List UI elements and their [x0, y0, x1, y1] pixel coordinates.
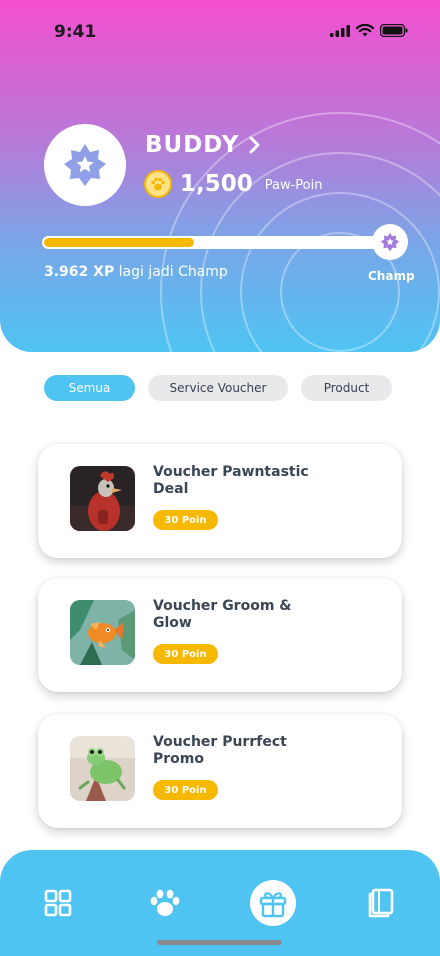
points-unit: Paw-Poin [264, 178, 323, 193]
profile-header: 9:41 BUDDY 1,500 Paw-Poin 3.962 XP lagi … [0, 0, 440, 352]
paw-icon [150, 889, 180, 916]
voucher-thumbnail [70, 736, 135, 801]
status-time: 9:41 [54, 22, 97, 42]
voucher-thumbnail [70, 600, 135, 665]
gift-icon [259, 892, 287, 918]
nav-history[interactable] [358, 880, 404, 926]
voucher-points-badge: 30 Poin [153, 780, 218, 800]
xp-progress-fill [44, 238, 194, 247]
bottom-navigation [0, 850, 440, 956]
wifi-icon [356, 24, 374, 37]
book-icon [368, 888, 394, 918]
voucher-title: Voucher Purrfect Promo [153, 734, 287, 767]
xp-suffix: lagi jadi Champ [118, 264, 228, 280]
voucher-title: Voucher Pawntastic Deal [153, 464, 309, 497]
voucher-points-badge: 30 Poin [153, 644, 218, 664]
voucher-points-badge: 30 Poin [153, 510, 218, 530]
filter-tabs: Semua Service Voucher Product [44, 375, 404, 401]
chevron-right-icon [249, 136, 260, 154]
next-rank-badge [372, 224, 408, 260]
paw-coin-icon [144, 170, 172, 198]
signal-icon [330, 24, 350, 37]
voucher-card[interactable]: Voucher Pawntastic Deal 30 Poin [38, 444, 402, 558]
nav-rewards[interactable] [250, 880, 296, 926]
home-indicator [157, 940, 282, 945]
grid-icon [44, 889, 72, 917]
points-row: 1,500 Paw-Poin [144, 170, 323, 198]
xp-progress-bar [42, 236, 386, 249]
xp-remaining-text: 3.962 XP lagi jadi Champ [44, 264, 228, 280]
decorative-rings [120, 72, 440, 352]
nav-home[interactable] [35, 880, 81, 926]
rank-name-link[interactable]: BUDDY [145, 132, 261, 158]
tab-service-voucher[interactable]: Service Voucher [148, 375, 288, 401]
voucher-card[interactable]: Voucher Groom & Glow 30 Poin [38, 578, 402, 692]
next-rank-label: Champ [368, 269, 415, 283]
xp-amount: 3.962 XP [44, 264, 115, 280]
tab-semua[interactable]: Semua [44, 375, 135, 401]
tab-product[interactable]: Product [301, 375, 392, 401]
voucher-title: Voucher Groom & Glow [153, 598, 292, 631]
voucher-thumbnail [70, 466, 135, 531]
points-value: 1,500 [180, 171, 253, 197]
voucher-card[interactable]: Voucher Purrfect Promo 30 Poin [38, 714, 402, 828]
rank-name: BUDDY [145, 132, 240, 158]
rank-avatar[interactable] [44, 124, 126, 206]
battery-icon [380, 24, 408, 37]
nav-pets[interactable] [142, 880, 188, 926]
star-badge-icon [64, 144, 106, 186]
status-bar: 9:41 [0, 20, 440, 44]
star-badge-icon [380, 232, 400, 252]
